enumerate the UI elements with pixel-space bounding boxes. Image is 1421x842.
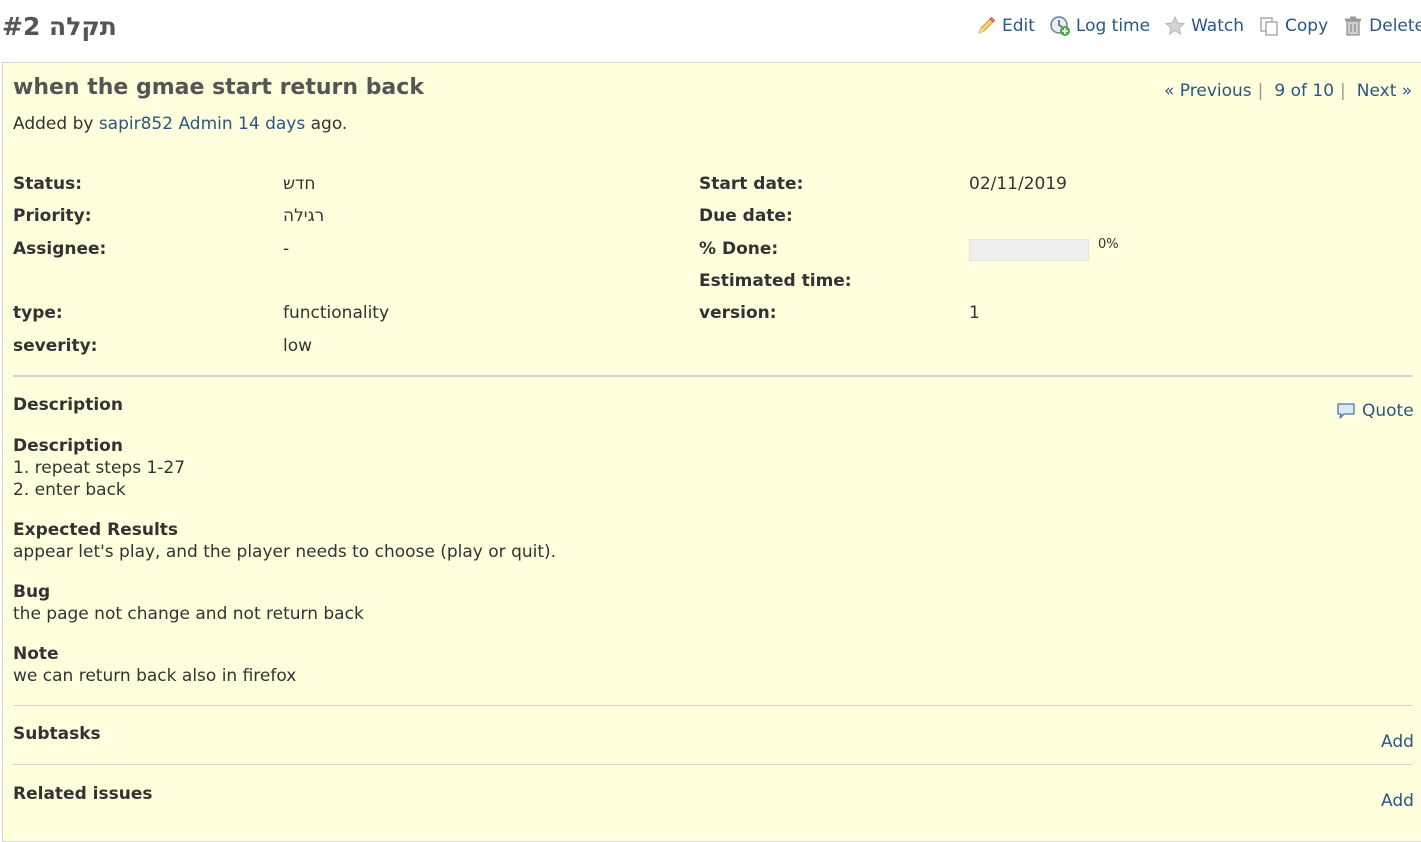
due-date-label: Due date:: [699, 206, 793, 226]
type-value: functionality: [283, 303, 390, 323]
block-line: 2. enter back: [13, 480, 126, 500]
severity-label: severity:: [13, 336, 98, 356]
subtasks-title: Subtasks: [13, 724, 101, 744]
block-heading: Note: [13, 644, 59, 664]
previous-link[interactable]: « Previous: [1164, 81, 1252, 101]
assignee-label: Assignee:: [13, 239, 107, 259]
start-date-value: 02/11/2019: [969, 174, 1067, 194]
author-link[interactable]: sapir852 Admin: [99, 114, 233, 134]
description-divider: [13, 705, 1413, 706]
watch-label: Watch: [1191, 16, 1245, 36]
block-line: we can return back also in firefox: [13, 666, 297, 686]
speech-bubble-icon: [1337, 403, 1355, 419]
estimated-time-label: Estimated time:: [699, 271, 852, 291]
block-line: the page not change and not return back: [13, 604, 364, 624]
severity-value: low: [283, 336, 313, 356]
issue-subject: when the gmae start return back: [13, 75, 424, 100]
subtasks-divider: [13, 764, 1413, 765]
attributes-divider: [13, 375, 1413, 377]
copy-icon: [1260, 17, 1278, 36]
issue-author-line: Added by sapir852 Admin 14 days ago.: [13, 114, 347, 134]
note-block: Note we can return back also in firefox: [13, 643, 296, 687]
block-heading: Bug: [13, 582, 51, 602]
start-date-label: Start date:: [699, 174, 804, 194]
add-related-issue-link[interactable]: Add: [1381, 791, 1414, 811]
page-title: תקלה #2: [2, 12, 117, 41]
clock-add-icon: [1050, 16, 1070, 36]
version-value: 1: [969, 303, 980, 323]
done-percent: 0%: [1098, 237, 1119, 252]
assignee-value: -: [283, 239, 290, 259]
priority-value: רגילה: [283, 206, 325, 226]
age-link[interactable]: 14 days: [238, 114, 305, 134]
trash-icon: [1345, 16, 1362, 36]
add-subtask-link[interactable]: Add: [1381, 732, 1414, 752]
status-label: Status:: [13, 174, 82, 194]
star-icon: [1164, 15, 1186, 36]
nav-separator: |: [1257, 81, 1264, 101]
block-heading: Expected Results: [13, 520, 179, 540]
quote-label: Quote: [1362, 401, 1414, 421]
edit-link[interactable]: Edit: [975, 15, 1035, 37]
priority-label: Priority:: [13, 206, 92, 226]
issue-position-link[interactable]: 9 of 10: [1274, 81, 1334, 101]
issue-navigation: « Previous | 9 of 10 | Next »: [1164, 81, 1412, 101]
issue-details: when the gmae start return back « Previo…: [2, 62, 1421, 842]
age-suffix: ago.: [310, 114, 348, 134]
log-time-link[interactable]: Log time: [1049, 15, 1150, 37]
delete-label: Delete: [1369, 16, 1421, 36]
block-line: 1. repeat steps 1-27: [13, 458, 186, 478]
done-progress-bar: [969, 239, 1089, 261]
version-label: version:: [699, 303, 777, 323]
added-by-text: Added by: [13, 114, 94, 134]
copy-link[interactable]: Copy: [1258, 15, 1328, 37]
pencil-icon: [978, 16, 996, 34]
block-line: appear let's play, and the player needs …: [13, 542, 557, 562]
type-label: type:: [13, 303, 63, 323]
copy-label: Copy: [1285, 16, 1329, 36]
description-title: Description: [13, 395, 123, 415]
delete-link[interactable]: Delete: [1342, 15, 1421, 37]
done-label: % Done:: [699, 239, 779, 259]
expected-results-block: Expected Results appear let's play, and …: [13, 519, 556, 563]
bug-block: Bug the page not change and not return b…: [13, 581, 364, 625]
nav-separator: |: [1340, 81, 1346, 101]
issue-actions: Edit Log time Watch Copy Delete: [975, 12, 1421, 40]
watch-link[interactable]: Watch: [1164, 15, 1244, 37]
quote-link[interactable]: Quote: [1336, 401, 1414, 421]
block-heading: Description: [13, 436, 123, 456]
related-issues-title: Related issues: [13, 784, 153, 804]
status-value: חדש: [283, 174, 316, 194]
description-block: Description 1. repeat steps 1-27 2. ente…: [13, 435, 185, 501]
edit-label: Edit: [1001, 16, 1035, 36]
next-link[interactable]: Next »: [1357, 81, 1412, 101]
log-time-label: Log time: [1075, 16, 1151, 36]
